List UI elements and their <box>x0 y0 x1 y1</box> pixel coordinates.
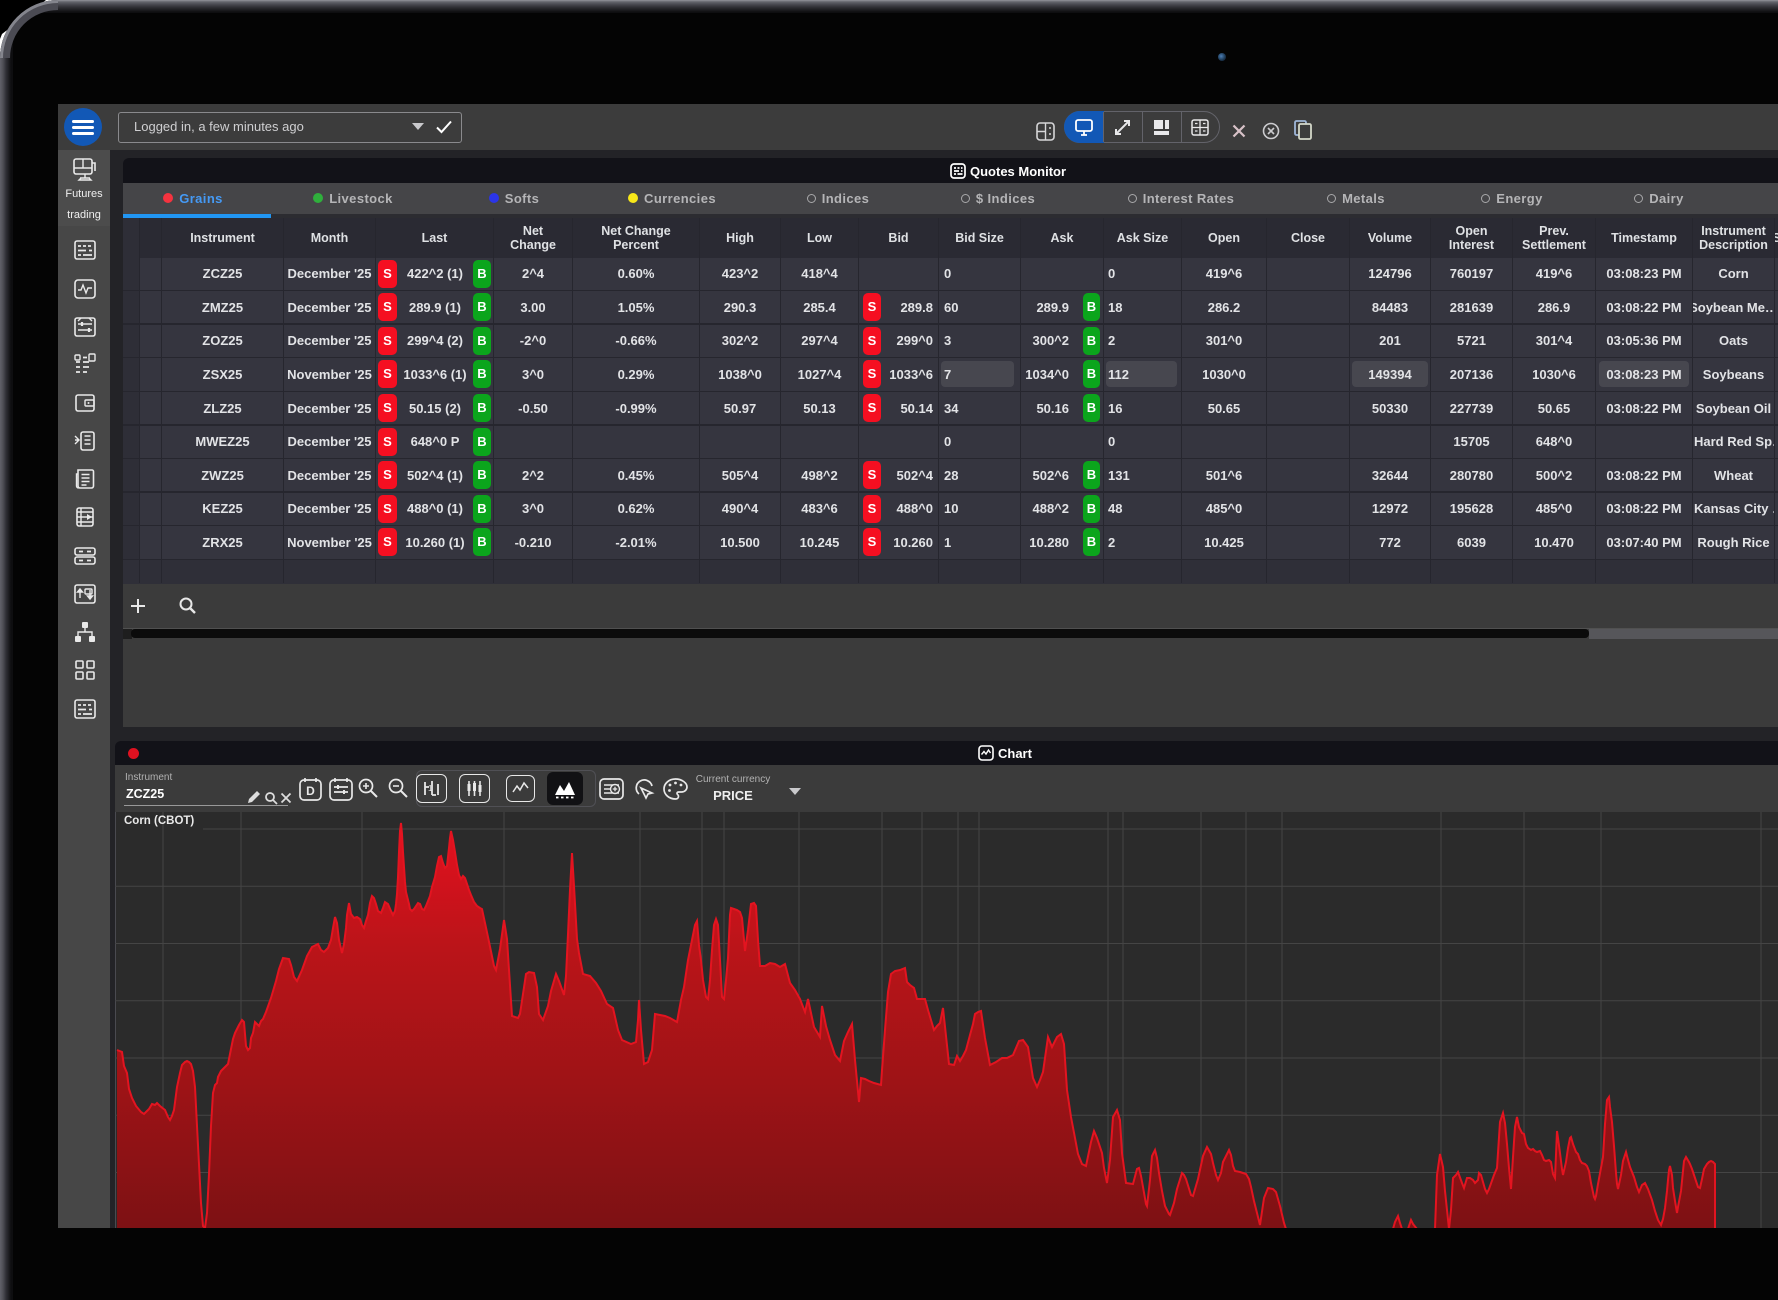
svg-text:1: 1 <box>428 784 433 793</box>
svg-text:D: D <box>306 784 315 798</box>
